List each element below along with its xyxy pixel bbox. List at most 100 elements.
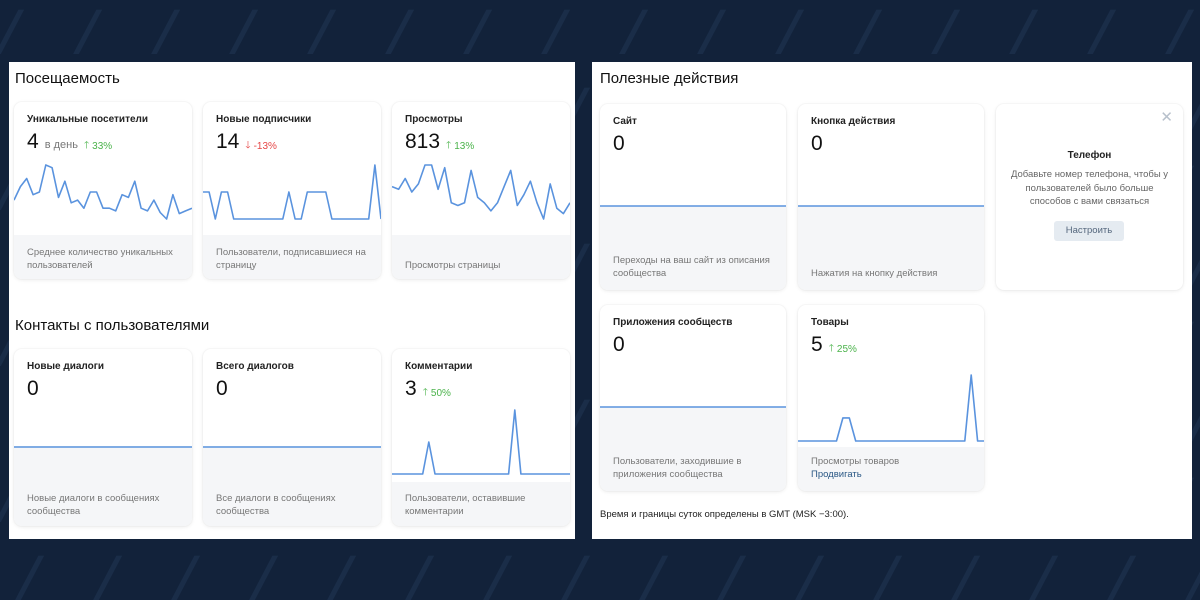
card-value: 813 [405,130,441,153]
card-title: Приложения сообществ [613,317,733,328]
background-mark: / [461,0,495,62]
phone-promo-card: ✕ Телефон Добавьте номер телефона, чтобы… [996,104,1183,290]
card-title: Сайт [613,116,637,127]
delta-value: 33% [92,141,113,152]
background-mark: / [169,545,203,600]
card-views[interactable]: Просмотры 813 🡑 13% Просмотры страницы [392,102,570,279]
card-description: Просмотры страницы [405,260,501,271]
background-mark: / [1183,545,1200,600]
background-mark: / [773,0,807,62]
card-new-dialogs[interactable]: Новые диалоги 0 Новые диалоги в сообщени… [14,349,192,526]
card-title: Комментарии [405,361,473,372]
arrow-up-icon: 🡑 [422,387,428,398]
card-community-apps[interactable]: Приложения сообществ 0 Пользователи, зах… [600,305,786,491]
card-description: Нажатия на кнопку действия [811,268,938,279]
line-chart [392,164,570,220]
background-mark: / [325,545,359,600]
background-mark: / [1085,0,1119,62]
timezone-footnote: Время и границы суток определены в GMT (… [600,509,849,520]
delta-value: 25% [836,344,857,355]
background-mark: / [1027,545,1061,600]
card-suffix: в день [44,139,78,151]
line-chart [203,164,381,220]
delta-badge: 🡑 25% [829,341,857,358]
background-mark: / [1163,0,1197,62]
delta-value: -13% [253,141,277,152]
card-description: Все диалоги в сообщениях сообщества [216,493,336,517]
background-mark: / [403,545,437,600]
background-mark: / [851,0,885,62]
visits-section-title: Посещаемость [15,70,120,87]
arrow-down-icon: 🡓 [245,140,251,151]
right-panel: Полезные действия Сайт 0 Переходы на ваш… [592,62,1192,539]
line-chart [600,406,786,408]
card-unique-visitors[interactable]: Уникальные посетители 4 в день 🡑 33% Сред… [14,102,192,279]
card-comments[interactable]: Комментарии 3 🡑 50% Пользователи, оставив… [392,349,570,526]
card-title: Кнопка действия [811,116,896,127]
line-chart [798,374,984,442]
delta-value: 50% [430,388,451,399]
card-title: Уникальные посетители [27,114,149,125]
card-title: Товары [811,317,849,328]
line-chart [798,205,984,207]
background-mark: / [481,545,515,600]
card-value: 0 [613,333,625,356]
background-mark: / [305,0,339,62]
phone-description: Добавьте номер телефона, чтобы у пользов… [1010,169,1169,207]
background-mark: / [149,0,183,62]
promote-link[interactable]: Продвигать [811,468,862,481]
background-mark: / [559,545,593,600]
card-value: 5 [811,333,823,356]
delta-badge: 🡑 50% [423,385,451,402]
card-title: Новые подписчики [216,114,312,125]
card-title: Просмотры [405,114,463,125]
background-mark: / [637,545,671,600]
card-value: 3 [405,377,417,400]
background-mark: / [929,0,963,62]
background-mark: / [871,545,905,600]
card-description: Среднее количество уникальных пользовате… [27,247,173,271]
card-title: Новые диалоги [27,361,105,372]
card-description: Просмотры товаров [811,456,900,467]
card-description: Новые диалоги в сообщениях сообщества [27,493,160,517]
delta-badge: 🡑 33% [84,138,112,155]
chart-line [798,374,984,442]
card-value: 0 [613,132,625,155]
card-description: Пользователи, заходившие в приложения со… [613,456,742,480]
arrow-up-icon: 🡑 [828,343,834,354]
background-mark: / [715,545,749,600]
card-value: 0 [811,132,823,155]
line-chart [203,446,381,448]
background-mark: / [949,545,983,600]
card-total-dialogs[interactable]: Всего диалогов 0 Все диалоги в сообщения… [203,349,381,526]
delta-badge: 🡓 -13% [245,138,277,155]
card-new-subscribers[interactable]: Новые подписчики 14 🡓 -13% Пользователи, … [203,102,381,279]
card-goods[interactable]: Товары 5 🡑 25% Просмотры товаров Продвига… [798,305,984,491]
arrow-up-icon: 🡑 [446,140,452,151]
background-mark: / [71,0,105,62]
chart-line [203,164,381,220]
background-mark: / [1105,545,1139,600]
close-icon[interactable]: ✕ [1160,110,1173,125]
contacts-section-title: Контакты с пользователями [15,317,210,334]
chart-line [392,409,570,475]
background-mark: / [793,545,827,600]
phone-title: Телефон [1067,150,1112,161]
card-value: 14 [216,130,240,153]
card-description: Пользователи, оставившие комментарии [405,493,526,517]
card-site[interactable]: Сайт 0 Переходы на ваш сайт из описания … [600,104,786,290]
line-chart [14,164,192,220]
left-panel: Посещаемость Уникальные посетители 4 в д… [9,62,575,539]
actions-section-title: Полезные действия [600,70,739,87]
background-mark: / [383,0,417,62]
line-chart [14,446,192,448]
background-mark: / [247,545,281,600]
background-mark: / [227,0,261,62]
card-action-button[interactable]: Кнопка действия 0 Нажатия на кнопку дейс… [798,104,984,290]
line-chart [600,205,786,207]
background-mark: / [91,545,125,600]
configure-button[interactable]: Настроить [1054,221,1124,241]
delta-value: 13% [454,141,475,152]
background-mark: / [539,0,573,62]
background-mark: / [1007,0,1041,62]
